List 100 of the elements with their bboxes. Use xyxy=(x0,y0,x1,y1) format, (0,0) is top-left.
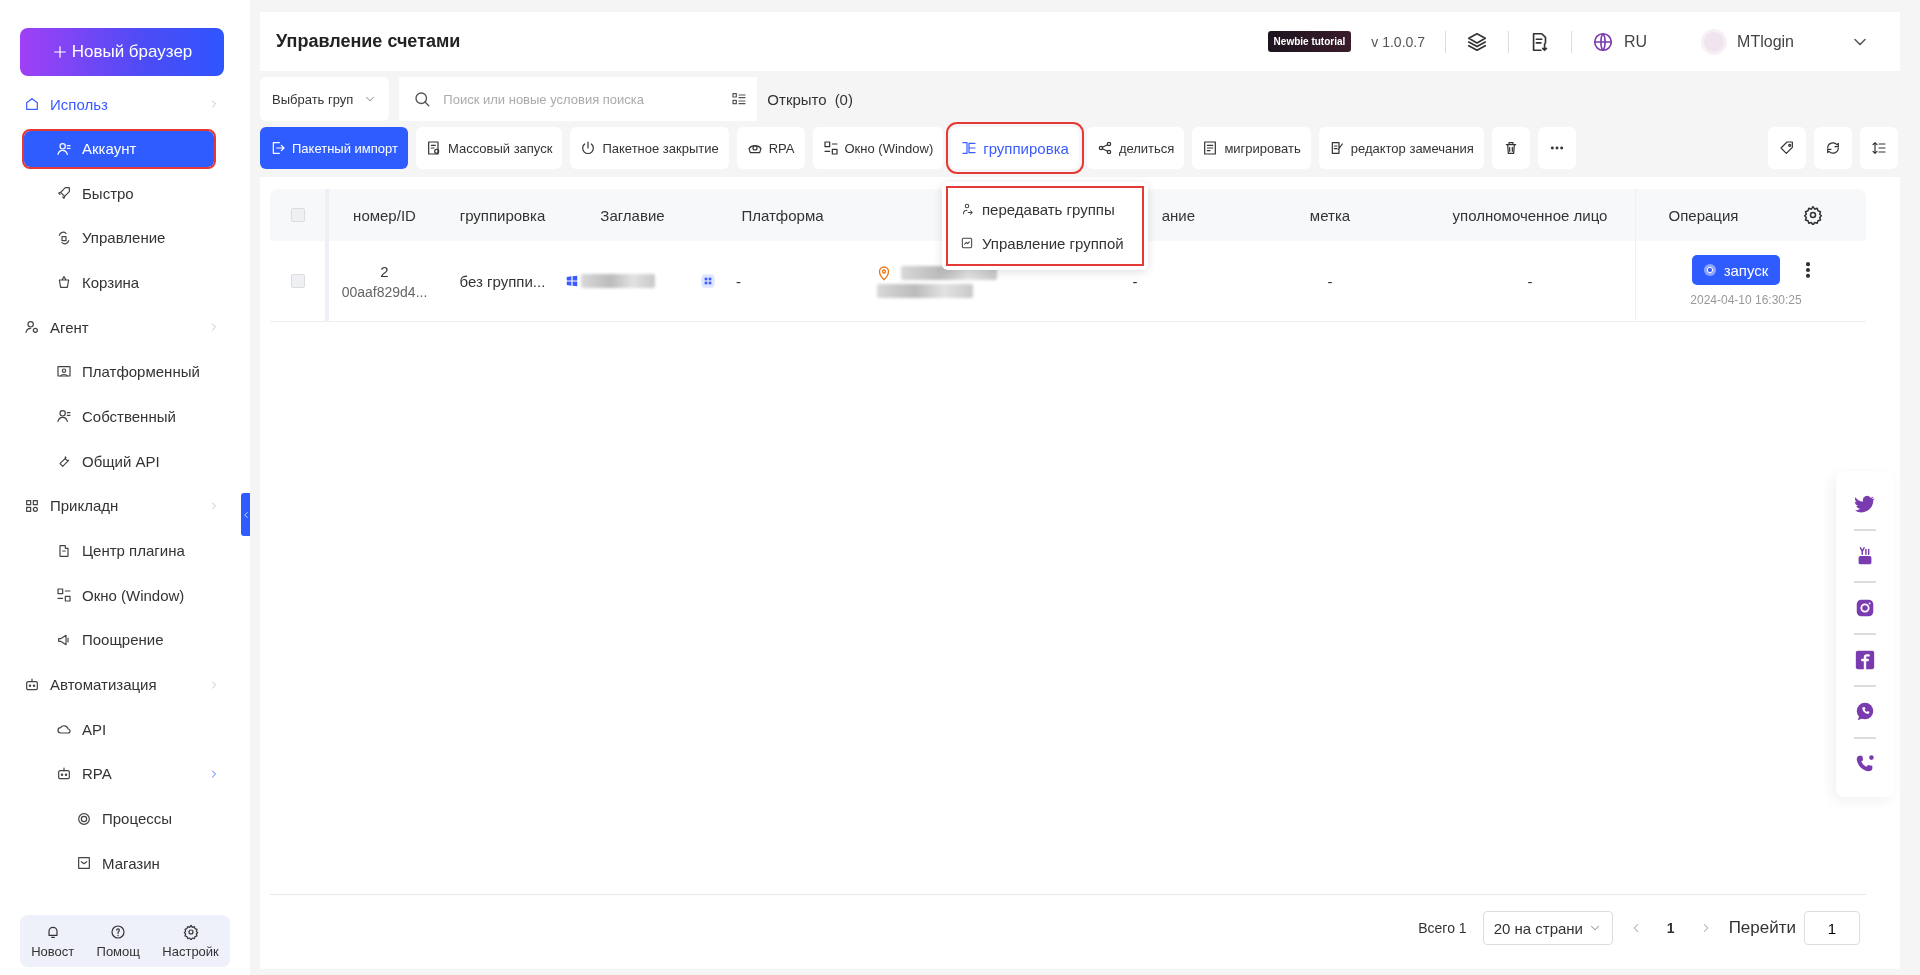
sidebar-item[interactable]: Агент xyxy=(0,304,214,350)
sidebar-item[interactable]: Корзина xyxy=(0,260,214,305)
column-order-button[interactable] xyxy=(1860,127,1898,169)
user-list-icon xyxy=(56,408,72,425)
version-label: v 1.0.0.7 xyxy=(1371,33,1425,50)
collapse-handle[interactable] xyxy=(241,493,250,536)
monitor-user-icon xyxy=(56,363,72,380)
table-cell: - xyxy=(736,272,741,290)
sidebar-item[interactable]: Платформенный xyxy=(0,349,214,395)
column-header: ание xyxy=(1161,206,1195,224)
column-header: Заглавие xyxy=(600,206,665,224)
sidebar-item[interactable]: Автоматизация xyxy=(0,662,214,707)
toolbar-button[interactable]: Окно (Window) xyxy=(812,127,944,169)
grouping-icon xyxy=(961,140,978,156)
window-layout-icon xyxy=(822,140,839,156)
toolbar-button[interactable]: редактор замечания xyxy=(1318,127,1484,169)
house-icon xyxy=(24,96,40,113)
menu-item[interactable]: Управление группой xyxy=(950,226,1140,260)
menu-item[interactable]: передавать группы xyxy=(950,192,1140,226)
sidebar-item[interactable]: Магазин xyxy=(0,841,214,886)
robot-icon xyxy=(24,676,40,693)
column-header: уполномоченное лицо xyxy=(1452,206,1608,224)
document-play-icon xyxy=(425,140,442,156)
table-cell: без группи... xyxy=(459,272,546,290)
import-icon xyxy=(270,140,286,156)
settings-icon xyxy=(182,923,199,940)
sidebar-item[interactable]: Управление xyxy=(0,215,214,261)
sidebar-item[interactable]: Общий API xyxy=(0,438,214,484)
user-menu[interactable]: MTlogin xyxy=(1701,28,1794,55)
chart-box-icon xyxy=(960,236,974,250)
page-number[interactable]: 1 xyxy=(1658,920,1683,936)
share-icon xyxy=(1096,140,1113,156)
goto-label: Перейти xyxy=(1728,918,1796,938)
refresh-icon xyxy=(1825,140,1841,156)
toolbar-button[interactable]: мигрировать xyxy=(1192,127,1311,169)
table-cell: - xyxy=(1527,272,1533,290)
sidebar-item[interactable]: Собственный xyxy=(0,394,214,439)
apps-grid-icon xyxy=(24,497,40,514)
filter-list-icon[interactable] xyxy=(731,91,748,107)
plus-icon xyxy=(51,44,68,60)
launch-button[interactable]: запуск xyxy=(1691,255,1781,285)
window-layout-icon xyxy=(56,587,72,604)
sidebar-item[interactable]: Окно (Window) xyxy=(0,572,214,618)
toolbar-button[interactable]: Массовый запуск xyxy=(415,127,563,169)
tag-icon xyxy=(1779,140,1795,156)
sidebar-item[interactable]: Прикладн xyxy=(0,483,214,529)
timestamp: 2024-04-10 16:30:25 xyxy=(1690,293,1802,307)
goto-page-field[interactable]: 1 xyxy=(1804,911,1860,945)
select-all-checkbox[interactable] xyxy=(290,208,305,222)
footer-button[interactable]: Настройк xyxy=(162,923,219,959)
page-title: Управление счетами xyxy=(276,31,461,52)
open-count: (0) xyxy=(834,90,853,108)
sidebar-item[interactable]: Поощрение xyxy=(0,617,214,663)
column-header: группировка xyxy=(459,206,546,224)
toolbar-button[interactable]: RPA xyxy=(736,127,805,169)
tag-button[interactable] xyxy=(1768,127,1806,169)
sidebar-item[interactable]: Использ xyxy=(0,82,214,127)
target-icon xyxy=(76,810,92,827)
total-count: Всего 1 xyxy=(1418,920,1467,936)
toolbar-button[interactable]: Пакетный импорт xyxy=(260,127,408,169)
sidebar-item[interactable]: RPA xyxy=(0,751,214,797)
f-logo-icon[interactable] xyxy=(1854,649,1876,671)
search-icon xyxy=(413,90,432,108)
sidebar-item[interactable]: Аккаунт xyxy=(24,130,214,167)
power-icon xyxy=(580,140,597,156)
row-checkbox[interactable] xyxy=(290,274,305,288)
sidebar-item[interactable]: API xyxy=(0,706,214,752)
robot-icon xyxy=(56,765,72,782)
sidebar-item[interactable]: Процессы xyxy=(0,796,214,841)
user-transfer-icon xyxy=(960,202,974,216)
column-header: номер/ID xyxy=(353,206,416,224)
sidebar-item[interactable]: Центр плагина xyxy=(0,528,214,573)
globe-icon xyxy=(1592,30,1614,53)
toolbar-button[interactable]: делиться xyxy=(1086,127,1185,169)
footer-button[interactable]: Новост xyxy=(31,923,75,959)
footer-button[interactable]: Помощ xyxy=(96,923,140,959)
chat-phone-icon[interactable] xyxy=(1854,701,1876,723)
refresh-button[interactable] xyxy=(1814,127,1852,169)
column-header: метка xyxy=(1309,206,1351,224)
page-size-select[interactable]: 20 на страни xyxy=(1482,911,1613,945)
user-gear-icon xyxy=(24,319,40,336)
user-list-icon xyxy=(56,140,72,157)
group-select[interactable]: Выбрать груп xyxy=(260,77,390,121)
delete-button[interactable] xyxy=(1491,127,1530,169)
camera-icon[interactable] xyxy=(1854,597,1876,619)
row-id: 00aaf829d4... xyxy=(341,283,428,300)
sort-icon xyxy=(1871,140,1887,156)
toolbar-button[interactable]: Пакетное закрытие xyxy=(570,127,729,169)
search-field[interactable]: Поиск или новые условия поиска xyxy=(399,77,758,121)
layers-icon[interactable] xyxy=(1466,30,1488,53)
plugin-icon xyxy=(56,542,72,559)
column-header: Платформа xyxy=(741,206,824,224)
language-button[interactable]: RU xyxy=(1592,30,1648,53)
new-browser-button[interactable]: Новый браузер xyxy=(20,28,224,76)
tutorial-badge[interactable]: Newbie tutorial xyxy=(1267,31,1352,52)
sidebar-item[interactable]: Быстро xyxy=(0,170,214,216)
bird-icon[interactable] xyxy=(1854,493,1876,515)
open-label: Открыто xyxy=(767,90,827,108)
settings-icon[interactable] xyxy=(1803,205,1824,225)
platform-icon xyxy=(700,273,716,289)
